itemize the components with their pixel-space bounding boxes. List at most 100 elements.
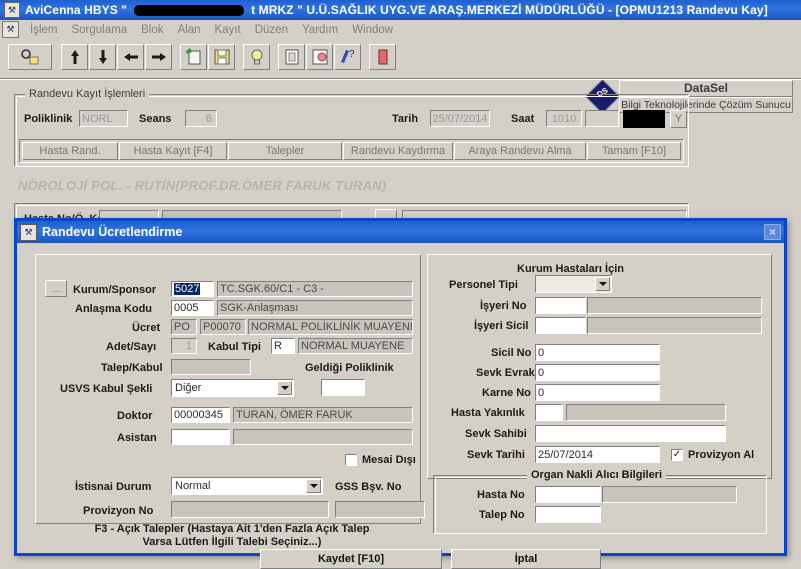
up-arrow-icon-button[interactable] [61, 44, 88, 70]
open-requests-note: F3 - Açık Talepler (Hastaya Ait 1'den Fa… [47, 523, 417, 549]
organ-talep-no-input[interactable] [535, 506, 601, 523]
chevron-down-icon[interactable] [595, 277, 610, 291]
doktor-name-input: TURAN, ÖMER FARUK [233, 407, 413, 423]
isyeri-sicil-input[interactable] [535, 317, 586, 334]
talep-kabul-label: Talep/Kabul [101, 362, 163, 374]
mdi-child-icon: ⚒ [2, 21, 19, 38]
ucret-prefix-input[interactable]: PO [171, 319, 197, 335]
isyeri-no-label: İşyeri No [480, 300, 527, 312]
ucret-label: Ücret [132, 322, 161, 334]
poliklinik-label: Poliklinik [24, 113, 73, 125]
window-title-suffix: t MRKZ " U.Ü.SAĞLIK UYG.VE ARAŞ.MERKEZİ … [251, 3, 768, 17]
menu-item-sorgulama[interactable]: Sorgulama [64, 22, 134, 38]
list-icon-button[interactable] [278, 44, 305, 70]
geldigi-poliklinik-label: Geldiği Poliklinik [305, 362, 394, 374]
cancel-button[interactable]: İptal [451, 549, 601, 569]
hasta-yakinlik-code-input[interactable] [535, 404, 563, 421]
randevu-kaydirma-button[interactable]: Randevu Kaydırma [343, 142, 453, 160]
toolbar-separator [0, 78, 801, 80]
menu-item-window[interactable]: Window [345, 22, 400, 38]
tamam-button[interactable]: Tamam [F10] [587, 142, 681, 160]
organ-nakli-groupbox [433, 475, 767, 534]
kurum-hastalari-section-title: Kurum Hastaları İçin [517, 263, 624, 275]
saat-extra-input[interactable] [585, 110, 619, 127]
bulb-icon-button[interactable] [243, 44, 270, 70]
personel-tipi-label: Personel Tipi [449, 279, 518, 291]
menu-item-islem[interactable]: İşlem [23, 22, 64, 38]
mesai-disi-label: Mesai Dışı [362, 454, 416, 466]
organ-hasta-no-input[interactable] [535, 486, 601, 503]
araya-randevu-alma-button[interactable]: Araya Randevu Alma [454, 142, 586, 160]
sicil-no-input[interactable]: 0 [535, 344, 660, 361]
organ-hasta-no-name-input [602, 486, 737, 503]
provizyon-no-input[interactable] [171, 501, 329, 518]
provizyon-al-checkbox[interactable]: ✓ [671, 449, 683, 461]
y-button[interactable]: Y [670, 110, 687, 128]
sevk-tarihi-label: Sevk Tarihi [467, 449, 525, 461]
sicil-no-label: Sicil No [491, 347, 532, 359]
tarih-input[interactable]: 25/07/2014 [430, 110, 490, 127]
gss-bsv-no-input[interactable] [335, 501, 425, 518]
kurum-sponsor-code-input[interactable]: 5027 [171, 281, 214, 297]
gss-bsv-no-label: GSS Bşv. No [335, 481, 402, 493]
kabul-tipi-label: Kabul Tipi [208, 341, 261, 353]
save-button[interactable]: Kaydet [F10] [260, 549, 442, 569]
kabul-tipi-code-input[interactable]: R [271, 338, 295, 354]
karne-no-input[interactable]: 0 [535, 384, 660, 401]
help-icon-button[interactable]: ? [334, 44, 361, 70]
sevk-evrak-input[interactable]: 0 [535, 364, 660, 381]
usvs-kabul-sekli-select[interactable]: Diğer [171, 379, 294, 397]
query-icon-button[interactable] [8, 44, 52, 70]
menu-item-kayit[interactable]: Kayıt [208, 22, 248, 38]
new-record-icon-button[interactable] [180, 44, 207, 70]
organ-talep-no-label: Talep No [479, 509, 525, 521]
sevk-evrak-label: Sevk Evrak [476, 367, 535, 379]
geldigi-poliklinik-input[interactable] [321, 379, 365, 396]
anlasma-kodu-code-input[interactable]: 0005 [171, 300, 214, 316]
asistan-label: Asistan [117, 432, 157, 444]
hasta-rand-button[interactable]: Hasta Rand. [22, 142, 118, 160]
menu-item-blok[interactable]: Blok [134, 22, 170, 38]
hasta-kayit-button[interactable]: Hasta Kayıt [F4] [119, 142, 227, 160]
talep-kabul-input[interactable] [171, 359, 251, 375]
isyeri-no-input[interactable] [535, 297, 586, 314]
istisnai-durum-value: Normal [175, 480, 211, 492]
poliklinik-input[interactable]: NORL [79, 110, 128, 127]
talepler-button[interactable]: Talepler [228, 142, 342, 160]
sevk-sahibi-input[interactable] [535, 425, 726, 442]
istisnai-durum-select[interactable]: Normal [171, 477, 323, 495]
seans-input[interactable]: 6 [185, 110, 217, 127]
ucret-code-input[interactable]: P00070 [200, 319, 246, 335]
personel-tipi-select[interactable] [535, 275, 612, 293]
menu-item-duzen[interactable]: Düzen [248, 22, 295, 38]
kurum-sponsor-name-input: TC.SGK.60/C1 - C3 - [217, 281, 413, 297]
chevron-down-icon[interactable] [277, 381, 292, 395]
sevk-tarihi-input[interactable]: 25/07/2014 [535, 446, 660, 463]
kurum-browse-button[interactable]: ... [45, 280, 67, 297]
dialog-titlebar[interactable]: ⚒ Randevu Ücretlendirme × [17, 221, 784, 243]
karne-no-label: Karne No [482, 387, 531, 399]
right-arrow-icon-button[interactable] [145, 44, 172, 70]
down-arrow-icon-button[interactable] [89, 44, 116, 70]
menu-item-yardim[interactable]: Yardım [295, 22, 345, 38]
asistan-code-input[interactable] [171, 429, 230, 445]
menu-item-alan[interactable]: Alan [170, 22, 207, 38]
adet-sayi-input[interactable]: 1 [171, 338, 197, 354]
left-arrow-icon-button[interactable] [117, 44, 144, 70]
redaction-box [623, 110, 665, 128]
ucret-name-input: NORMAL POLİKLİNİK MUAYENESİ [248, 319, 413, 335]
save-icon-button[interactable] [208, 44, 235, 70]
close-icon[interactable]: × [764, 224, 781, 240]
doktor-code-input[interactable]: 00000345 [171, 407, 230, 423]
exit-icon-button[interactable] [369, 44, 396, 70]
isyeri-no-name-input [587, 297, 762, 314]
print-icon-button[interactable] [306, 44, 333, 70]
tarih-label: Tarih [392, 113, 419, 125]
mesai-disi-checkbox[interactable] [345, 454, 357, 466]
avicenna-icon: ⚒ [4, 2, 20, 18]
chevron-down-icon[interactable] [306, 479, 321, 493]
isyeri-sicil-name-input [587, 317, 762, 334]
saat-input[interactable]: 1010 [546, 110, 582, 127]
kurum-sponsor-code-value: 5027 [174, 283, 201, 295]
toolbar: ? DS DataSel Bilgi Teknolojilerinde Çözü… [0, 39, 801, 115]
